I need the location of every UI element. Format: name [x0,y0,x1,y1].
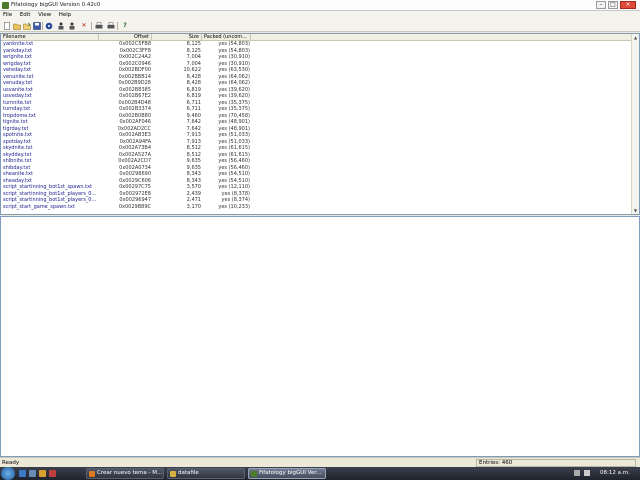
import-icon[interactable] [57,22,65,30]
save-icon[interactable] [33,22,41,30]
list-rows: yanknite.txt 0x002C5FB8 8,125 yes (54,803) y… [1,41,633,210]
taskbar-item-label: Fifatology bigGUI Ver... [259,470,322,476]
clock[interactable]: 08:12 a.m. [600,470,630,476]
app-icon [2,2,9,9]
column-header-packed[interactable]: Packed (uncom... [202,34,251,41]
quicklaunch-ie-icon[interactable] [19,470,26,477]
scroll-down-icon[interactable]: ▼ [632,207,639,214]
menu-view[interactable]: View [35,11,54,19]
column-header-size[interactable]: Size [152,34,202,41]
help-icon[interactable]: ? [121,22,129,30]
window-title: Fifatology bigGUI Version 0.42c0 [11,2,101,8]
export-icon[interactable] [68,22,76,30]
entries-count: Entries: 460 [476,459,636,467]
menu-file[interactable]: File [0,11,15,19]
menu-bar: File Edit View Help [0,11,640,20]
menu-help[interactable]: Help [56,11,75,19]
folder-icon [170,471,176,477]
column-header-offset[interactable]: Offset [99,34,152,41]
toolbar-separator [42,22,43,30]
list-header: Filename Offset Size Packed (uncom... [1,34,633,41]
menu-edit[interactable]: Edit [17,11,34,19]
quicklaunch-desktop-icon[interactable] [29,470,36,477]
system-tray: 08:12 a.m. [570,467,640,480]
quicklaunch-folder-icon[interactable] [39,470,46,477]
scroll-up-icon[interactable]: ▲ [632,34,639,41]
vertical-scrollbar[interactable]: ▲ ▼ [631,34,639,214]
app-icon [251,471,257,477]
browser-icon [89,471,95,477]
delete-icon[interactable]: ✕ [80,22,88,30]
taskbar-item-browser[interactable]: Crear nuevo tema - M... [86,468,164,479]
taskbar-item-label: Crear nuevo tema - M... [97,470,163,476]
network-icon[interactable] [574,470,580,476]
disc-icon[interactable] [45,22,53,30]
open-icon[interactable] [13,22,21,30]
column-header-filename[interactable]: Filename [1,34,99,41]
taskbar-item-fifatology[interactable]: Fifatology bigGUI Ver... [248,468,326,479]
cell-size: 3,170 [186,203,201,210]
toolbar-separator [117,22,118,30]
taskbar-item-label: datafile [178,470,199,476]
toolbar: ✕ ? [0,20,640,32]
quicklaunch-media-icon[interactable] [49,470,56,477]
status-text: Ready [2,460,20,466]
title-bar[interactable]: Fifatology bigGUI Version 0.42c0 – □ × [0,0,640,11]
maximize-button[interactable]: □ [608,1,618,9]
taskbar: Crear nuevo tema - M... datafile Fifatol… [0,467,640,480]
status-bar: Ready Entries: 460 [0,457,640,467]
cell-packed: yes (10,233) [218,203,250,210]
volume-icon[interactable] [584,470,590,476]
details-pane [0,216,640,457]
open-folder-icon[interactable] [23,22,31,30]
file-list[interactable]: Filename Offset Size Packed (uncom... ya… [0,33,640,215]
app-window: Fifatology bigGUI Version 0.42c0 – □ × F… [0,0,640,467]
taskbar-item-datafile[interactable]: datafile [167,468,245,479]
new-icon[interactable] [3,22,11,30]
table-row[interactable]: script_start_game_spawn.txt 0x0029B89C 3,1… [1,204,633,211]
minimize-button[interactable]: – [596,1,606,9]
cell-offset: 0x0029B89C [118,203,151,210]
toolbar-separator [91,22,92,30]
print-icon[interactable] [95,22,103,30]
cell-filename: script_start_game_spawn.txt [3,203,75,210]
close-button[interactable]: × [620,1,636,9]
print-setup-icon[interactable] [107,22,115,30]
start-button[interactable] [1,467,15,480]
